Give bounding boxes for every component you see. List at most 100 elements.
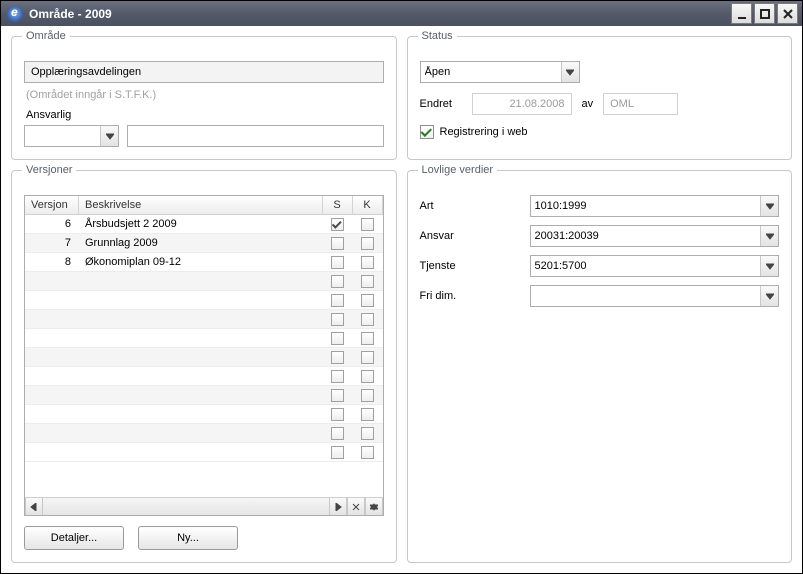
- dropdown-arrow-icon[interactable]: [561, 62, 579, 82]
- scroll-right-button[interactable]: [329, 498, 347, 515]
- versjoner-panel-title: Versjoner: [22, 164, 76, 176]
- k-checkbox[interactable]: [361, 237, 374, 250]
- table-row[interactable]: [25, 310, 383, 329]
- tjenste-input[interactable]: [531, 256, 761, 276]
- k-checkbox[interactable]: [361, 446, 374, 459]
- status-panel-title: Status: [418, 30, 457, 42]
- col-beskrivelse[interactable]: Beskrivelse: [79, 196, 323, 214]
- reg-web-label: Registrering i web: [440, 126, 528, 138]
- dropdown-arrow-icon[interactable]: [100, 126, 118, 146]
- ansvarlig-combo[interactable]: [24, 125, 119, 147]
- s-checkbox[interactable]: [331, 218, 344, 231]
- table-row[interactable]: [25, 367, 383, 386]
- cell-versjon: [25, 280, 79, 282]
- col-s[interactable]: S: [323, 196, 353, 214]
- s-checkbox[interactable]: [331, 275, 344, 288]
- tjenste-combo[interactable]: [530, 255, 780, 277]
- k-checkbox[interactable]: [361, 332, 374, 345]
- fridim-input[interactable]: [531, 286, 761, 306]
- table-row[interactable]: [25, 329, 383, 348]
- reg-web-row[interactable]: Registrering i web: [420, 125, 780, 139]
- table-row[interactable]: 7Grunnlag 2009: [25, 234, 383, 253]
- s-checkbox[interactable]: [331, 408, 344, 421]
- col-versjon[interactable]: Versjon: [25, 196, 79, 214]
- tjenste-field: Tjenste: [420, 255, 780, 277]
- k-checkbox[interactable]: [361, 370, 374, 383]
- minimize-button[interactable]: [731, 3, 752, 24]
- cell-versjon: [25, 299, 79, 301]
- k-checkbox[interactable]: [361, 275, 374, 288]
- cell-s: [323, 293, 353, 308]
- details-button[interactable]: Detaljer...: [24, 526, 124, 550]
- k-checkbox[interactable]: [361, 351, 374, 364]
- cell-s: [323, 388, 353, 403]
- art-combo[interactable]: [530, 195, 780, 217]
- cell-k: [353, 293, 383, 308]
- col-k[interactable]: K: [353, 196, 383, 214]
- dropdown-arrow-icon[interactable]: [760, 256, 778, 276]
- cell-versjon: [25, 337, 79, 339]
- ansvar-combo[interactable]: [530, 225, 780, 247]
- s-checkbox[interactable]: [331, 332, 344, 345]
- s-checkbox[interactable]: [331, 237, 344, 250]
- ansvarlig-combo-input[interactable]: [25, 126, 100, 146]
- k-checkbox[interactable]: [361, 256, 374, 269]
- s-checkbox[interactable]: [331, 313, 344, 326]
- app-window: Område - 2009 Område (Området inngår i S…: [0, 0, 803, 574]
- table-expand-button[interactable]: [347, 498, 365, 515]
- table-scrollbar[interactable]: [25, 497, 383, 515]
- omrade-name-input[interactable]: [24, 61, 384, 83]
- cell-s: [323, 331, 353, 346]
- cell-s: [323, 407, 353, 422]
- status-combo-input[interactable]: [421, 62, 561, 82]
- reg-web-checkbox[interactable]: [420, 125, 434, 139]
- ansvarlig-row: [24, 125, 384, 147]
- cell-versjon: [25, 356, 79, 358]
- status-combo[interactable]: [420, 61, 580, 83]
- s-checkbox[interactable]: [331, 446, 344, 459]
- ansvar-input[interactable]: [531, 226, 761, 246]
- titlebar[interactable]: Område - 2009: [1, 1, 802, 26]
- table-row[interactable]: [25, 443, 383, 462]
- table-row[interactable]: [25, 424, 383, 443]
- table-row[interactable]: [25, 386, 383, 405]
- s-checkbox[interactable]: [331, 427, 344, 440]
- table-row[interactable]: [25, 405, 383, 424]
- scroll-track[interactable]: [43, 498, 329, 515]
- cell-k: [353, 274, 383, 289]
- cell-versjon: 7: [25, 236, 79, 250]
- cell-s: [323, 426, 353, 441]
- k-checkbox[interactable]: [361, 294, 374, 307]
- fridim-combo[interactable]: [530, 285, 780, 307]
- dropdown-arrow-icon[interactable]: [760, 226, 778, 246]
- k-checkbox[interactable]: [361, 389, 374, 402]
- s-checkbox[interactable]: [331, 389, 344, 402]
- dropdown-arrow-icon[interactable]: [760, 196, 778, 216]
- k-checkbox[interactable]: [361, 313, 374, 326]
- dropdown-arrow-icon[interactable]: [760, 286, 778, 306]
- table-row[interactable]: 6Årsbudsjett 2 2009: [25, 215, 383, 234]
- table-row[interactable]: [25, 272, 383, 291]
- client-area: Område (Området inngår i S.T.F.K.) Ansva…: [1, 26, 802, 573]
- s-checkbox[interactable]: [331, 256, 344, 269]
- close-button[interactable]: [777, 3, 798, 24]
- fridim-field: Fri dim.: [420, 285, 780, 307]
- k-checkbox[interactable]: [361, 427, 374, 440]
- table-collapse-button[interactable]: [365, 498, 383, 515]
- new-button[interactable]: Ny...: [138, 526, 238, 550]
- table-row[interactable]: [25, 348, 383, 367]
- ansvarlig-text-input[interactable]: [127, 125, 384, 147]
- art-input[interactable]: [531, 196, 761, 216]
- endret-date: 21.08.2008: [472, 93, 572, 115]
- scroll-left-button[interactable]: [25, 498, 43, 515]
- table-row[interactable]: 8Økonomiplan 09-12: [25, 253, 383, 272]
- s-checkbox[interactable]: [331, 294, 344, 307]
- s-checkbox[interactable]: [331, 351, 344, 364]
- k-checkbox[interactable]: [361, 408, 374, 421]
- s-checkbox[interactable]: [331, 370, 344, 383]
- versjoner-table[interactable]: Versjon Beskrivelse S K 6Årsbudsjett 2 2…: [24, 195, 384, 516]
- cell-s: [323, 236, 353, 251]
- table-row[interactable]: [25, 291, 383, 310]
- k-checkbox[interactable]: [361, 218, 374, 231]
- maximize-button[interactable]: [754, 3, 775, 24]
